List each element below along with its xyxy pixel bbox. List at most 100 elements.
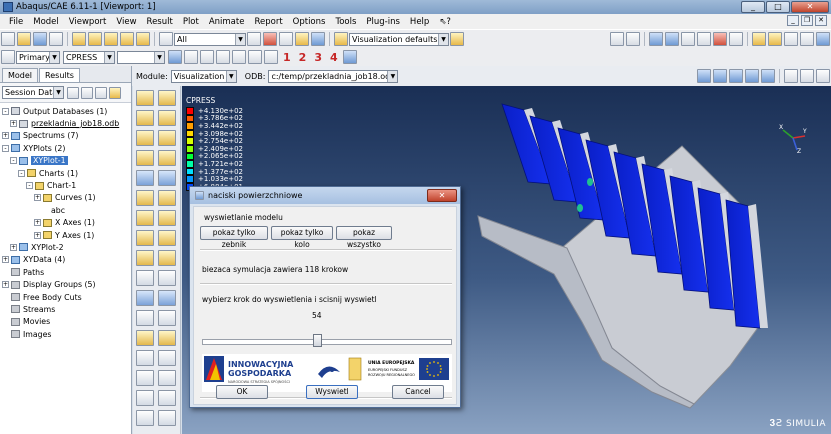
toolbox-tool-icon[interactable] — [136, 250, 154, 266]
toolbox-tool-icon[interactable] — [136, 350, 154, 366]
toolbox-tool-icon[interactable] — [158, 390, 176, 406]
preset-1-button[interactable]: 1 — [283, 51, 291, 64]
assembly-box-icon[interactable] — [104, 32, 118, 46]
tree-node[interactable]: + X Axes (1) — [0, 217, 131, 229]
selection-filter-select[interactable]: All ▼ — [174, 32, 246, 46]
toolbox-tool-icon[interactable] — [158, 410, 176, 426]
tree-node[interactable]: - XYPlot-1 — [0, 155, 131, 167]
show-all-button[interactable]: pokaz wszystko — [336, 226, 392, 249]
expand-icon[interactable]: + — [2, 132, 9, 140]
select-arrow-icon[interactable] — [159, 32, 173, 46]
toolbox-tool-icon[interactable] — [136, 170, 154, 186]
tree-filter-icon[interactable] — [67, 86, 79, 99]
toolbox-tool-icon[interactable] — [136, 410, 154, 426]
toolbox-tool-icon[interactable] — [158, 290, 176, 306]
output-type-select[interactable]: Primary ▼ — [16, 50, 60, 64]
toolbox-tool-icon[interactable] — [136, 210, 154, 226]
expand-icon[interactable]: + — [10, 243, 17, 251]
collapse-icon[interactable]: - — [18, 169, 25, 177]
views-icon[interactable] — [610, 32, 624, 46]
cancel-button[interactable]: Cancel — [392, 385, 444, 399]
toolbox-tool-icon[interactable] — [158, 130, 176, 146]
collapse-icon[interactable]: - — [2, 144, 9, 152]
module-select[interactable]: Visualization ▼ — [170, 69, 237, 83]
magnify-icon[interactable] — [681, 32, 695, 46]
toolbox-tool-icon[interactable] — [158, 370, 176, 386]
toolbox-tool-icon[interactable] — [158, 190, 176, 206]
tree-node[interactable]: abc — [0, 204, 131, 216]
toolbox-tool-icon[interactable] — [136, 150, 154, 166]
close-window-button[interactable]: ✕ — [791, 1, 829, 13]
menu-report[interactable]: Report — [249, 17, 287, 27]
wireframe-box-icon[interactable] — [120, 32, 134, 46]
step-slider-thumb[interactable] — [313, 334, 322, 347]
print-icon[interactable] — [49, 32, 63, 46]
symbol-icon[interactable] — [232, 50, 246, 64]
tree-node[interactable]: + XYData (4) — [0, 254, 131, 266]
show-wheel-button[interactable]: pokaz tylko kolo — [271, 226, 333, 249]
tree-node[interactable]: - XYPlots (2) — [0, 142, 131, 154]
part-box-icon[interactable] — [72, 32, 86, 46]
expand-icon[interactable]: + — [34, 194, 41, 202]
save-icon[interactable] — [33, 32, 47, 46]
step-slider[interactable] — [202, 339, 452, 345]
menu-model[interactable]: Model — [28, 17, 64, 27]
tree-node[interactable]: + Curves (1) — [0, 192, 131, 204]
menu-animate[interactable]: Animate — [204, 17, 250, 27]
toolbox-tool-icon[interactable] — [136, 130, 154, 146]
tab-model[interactable]: Model — [2, 68, 39, 82]
rotate-icon[interactable] — [665, 32, 679, 46]
contour-icon[interactable] — [216, 50, 230, 64]
tree-node[interactable]: - Output Databases (1) — [0, 105, 131, 117]
menu-viewport[interactable]: Viewport — [64, 17, 112, 27]
toolbox-tool-icon[interactable] — [158, 250, 176, 266]
menu-file[interactable]: File — [4, 17, 28, 27]
step-frame-icon[interactable] — [184, 50, 198, 64]
tree-node[interactable]: Paths — [0, 266, 131, 278]
toolbox-tool-icon[interactable] — [158, 210, 176, 226]
camera-icon[interactable] — [816, 69, 830, 83]
collapse-icon[interactable]: - — [10, 157, 17, 165]
animation-options-icon[interactable] — [784, 69, 798, 83]
toolbox-tool-icon[interactable] — [136, 370, 154, 386]
open-file-icon[interactable] — [17, 32, 31, 46]
collapse-icon[interactable]: - — [2, 107, 9, 115]
tree-node[interactable]: + Y Axes (1) — [0, 229, 131, 241]
tree-node[interactable]: + Spectrums (7) — [0, 130, 131, 142]
menu-result[interactable]: Result — [142, 17, 178, 27]
toolbox-tool-icon[interactable] — [136, 270, 154, 286]
circle-select-icon[interactable] — [279, 32, 293, 46]
box-zoom-icon[interactable] — [713, 32, 727, 46]
auto-fit-icon[interactable] — [729, 32, 743, 46]
menu-plugins[interactable]: Plug-ins — [361, 17, 405, 27]
mdi-close-button[interactable]: ✕ — [815, 15, 827, 26]
variable-select[interactable]: CPRESS ▼ — [63, 50, 115, 64]
toolbox-tool-icon[interactable] — [158, 270, 176, 286]
shaded-box-icon[interactable] — [136, 32, 150, 46]
render-2-icon[interactable] — [768, 32, 782, 46]
tree-node[interactable]: + przekladnia_job18.odb — [0, 117, 131, 129]
component-select[interactable]: ▼ — [117, 50, 165, 64]
toolbox-tool-icon[interactable] — [158, 230, 176, 246]
zoom-icon[interactable] — [697, 32, 711, 46]
render-4-icon[interactable] — [800, 32, 814, 46]
toolbox-tool-icon[interactable] — [158, 150, 176, 166]
mdi-minimize-button[interactable]: _ — [787, 15, 799, 26]
first-frame-icon[interactable] — [697, 69, 711, 83]
tree-help-icon[interactable] — [109, 86, 121, 99]
field-output-dialog-icon[interactable] — [168, 50, 182, 64]
previous-frame-icon[interactable] — [713, 69, 727, 83]
tree-node[interactable]: Movies — [0, 316, 131, 328]
display-button[interactable]: Wyswietl — [306, 385, 358, 399]
toolbox-tool-icon[interactable] — [136, 310, 154, 326]
menu-view[interactable]: View — [111, 17, 141, 27]
toolbox-tool-icon[interactable] — [158, 170, 176, 186]
tree-node[interactable]: - Chart-1 — [0, 179, 131, 191]
tensor-icon[interactable] — [248, 50, 262, 64]
minimize-button[interactable]: _ — [741, 1, 765, 13]
odb-select[interactable]: c:/temp/przekladnia_job18.odb ▼ — [268, 69, 399, 83]
instance-box-icon[interactable] — [88, 32, 102, 46]
toolbox-tool-icon[interactable] — [136, 90, 154, 106]
info-icon[interactable] — [311, 32, 325, 46]
toolbox-tool-icon[interactable] — [136, 390, 154, 406]
